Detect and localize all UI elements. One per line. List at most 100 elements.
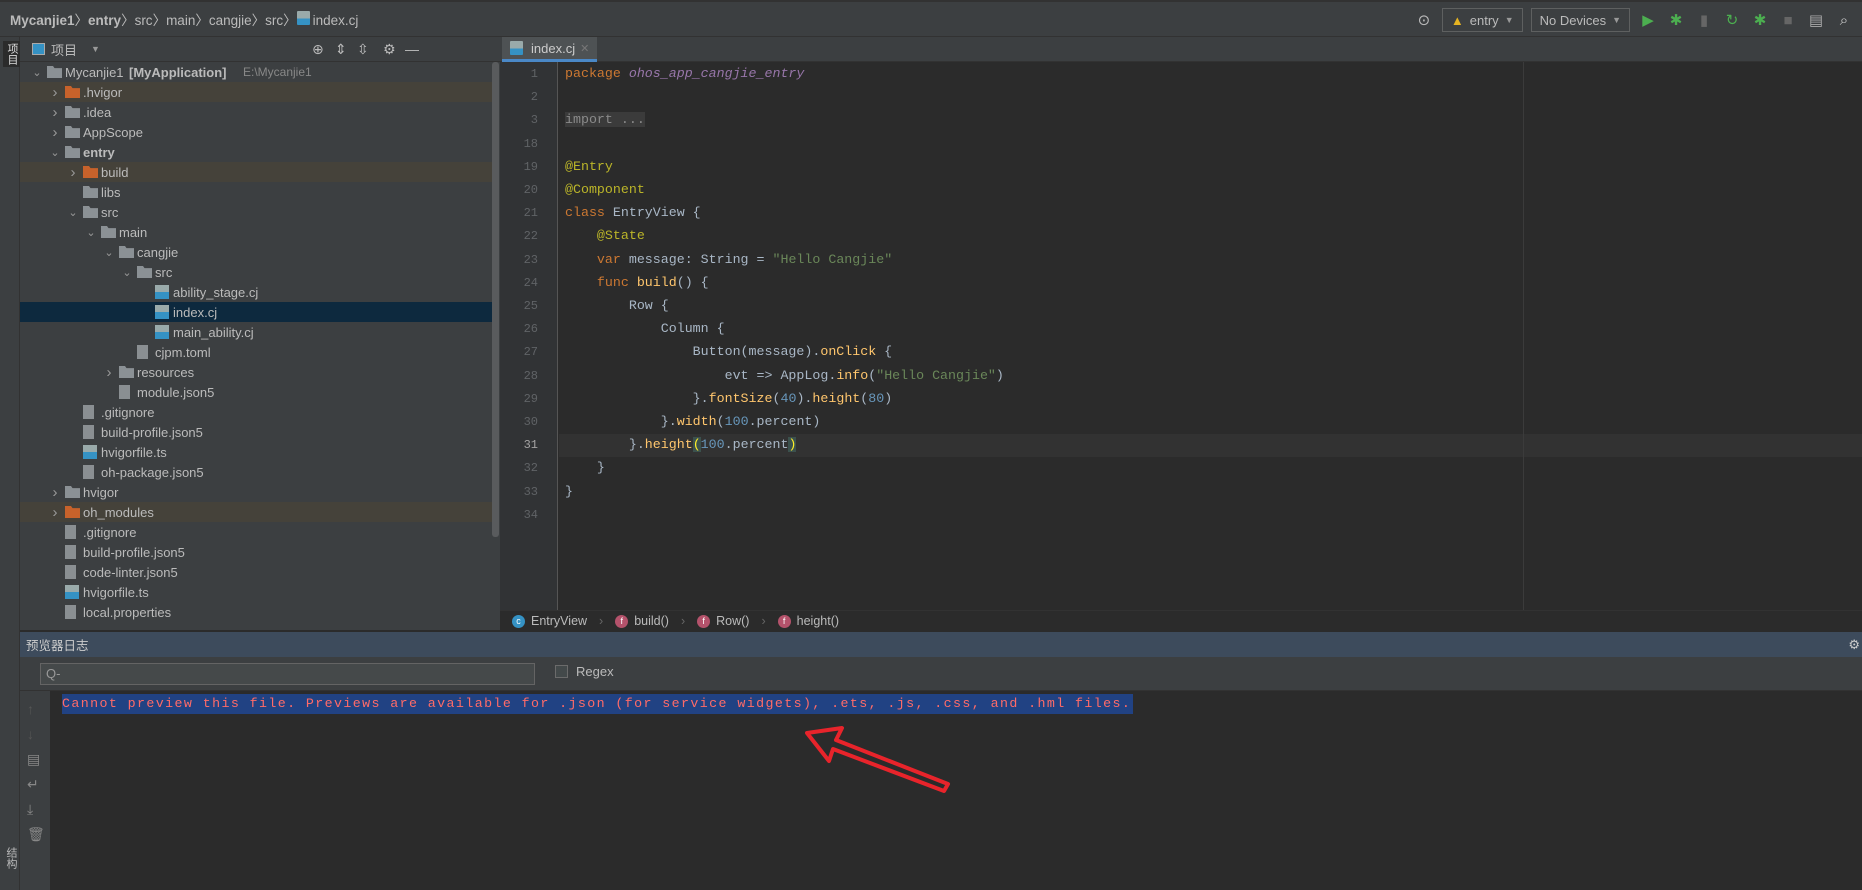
trash-icon[interactable]: 🗑	[27, 826, 45, 843]
code-line[interactable]: @Component	[565, 179, 645, 201]
tab-index-cj[interactable]: index.cj ✕	[502, 37, 598, 62]
search-icon[interactable]: ⌕	[1834, 12, 1854, 29]
tree-item[interactable]: ⌄ entry	[20, 142, 492, 162]
close-icon[interactable]: ✕	[580, 42, 589, 55]
tree-item[interactable]: › .hvigor	[20, 82, 492, 102]
chevron-right-icon[interactable]: ›	[104, 364, 114, 381]
tree-item[interactable]: main_ability.cj	[20, 322, 492, 342]
code-line[interactable]: Row {	[565, 295, 669, 317]
code-line[interactable]: import ...	[565, 109, 645, 131]
code-line[interactable]: }.width(100.percent)	[565, 411, 821, 433]
regex-checkbox[interactable]: Regex	[555, 664, 614, 679]
attach-debugger-icon[interactable]: ✱	[1750, 11, 1770, 29]
tree-item[interactable]: › oh_modules	[20, 502, 492, 522]
collapse-all-icon[interactable]: ⇳	[357, 41, 369, 58]
code-line[interactable]: }.fontSize(40).height(80)	[565, 388, 893, 410]
device-dropdown[interactable]: No Devices ▼	[1530, 8, 1630, 32]
tree-item[interactable]: › hvigor	[20, 482, 492, 502]
code-breadcrumb-item[interactable]: EntryView	[531, 614, 587, 628]
tree-item[interactable]: index.cj	[20, 302, 492, 322]
code-breadcrumb-item[interactable]: Row()	[716, 614, 749, 628]
tree-item[interactable]: oh-package.json5	[20, 462, 492, 482]
tree-item[interactable]: hvigorfile.ts	[20, 582, 492, 602]
breadcrumb-item[interactable]: entry	[88, 4, 121, 38]
chevron-down-icon[interactable]: ⌄	[86, 226, 96, 239]
structure-tool-button[interactable]: 结构	[3, 847, 19, 869]
tree-item[interactable]: ability_stage.cj	[20, 282, 492, 302]
tree-scrollbar[interactable]	[492, 62, 499, 537]
chevron-down-icon[interactable]: ⌄	[104, 246, 114, 259]
breadcrumb-item[interactable]: Mycanjie1	[10, 4, 75, 38]
code-line[interactable]: class EntryView {	[565, 202, 701, 224]
tree-item[interactable]: hvigorfile.ts	[20, 442, 492, 462]
tree-item[interactable]: .gitignore	[20, 522, 492, 542]
tree-item[interactable]: build-profile.json5	[20, 542, 492, 562]
hide-icon[interactable]: —	[405, 41, 419, 57]
chevron-down-icon[interactable]: ⌄	[122, 266, 132, 279]
code-line[interactable]: evt => AppLog.info("Hello Cangjie")	[565, 365, 1004, 387]
tree-item[interactable]: › .idea	[20, 102, 492, 122]
breadcrumb-item[interactable]: main	[166, 4, 195, 38]
tree-item[interactable]: ⌄ cangjie	[20, 242, 492, 262]
arrow-up-icon[interactable]: ↑	[27, 701, 34, 717]
tree-item[interactable]: code-linter.json5	[20, 562, 492, 582]
tree-item[interactable]: ⌄ Mycanjie1 [MyApplication] E:\Mycanjie1	[20, 62, 492, 82]
project-structure-icon[interactable]: ▤	[1806, 11, 1826, 29]
soft-wrap-icon[interactable]: ↵	[27, 776, 39, 793]
gear-icon[interactable]: ⚙	[383, 41, 396, 58]
breadcrumb-item[interactable]: src	[135, 4, 153, 38]
code-line[interactable]: @State	[565, 225, 645, 247]
chevron-down-icon[interactable]: ⌄	[32, 66, 42, 79]
debug-icon[interactable]: ✱	[1666, 11, 1686, 29]
run-icon[interactable]: ▶	[1638, 11, 1658, 29]
tree-item[interactable]: module.json5	[20, 382, 492, 402]
tree-item[interactable]: cjpm.toml	[20, 342, 492, 362]
log-search-input[interactable]: Q-	[40, 663, 535, 685]
locate-icon[interactable]: ⊕	[312, 41, 324, 58]
code-line[interactable]: @Entry	[565, 156, 613, 178]
tree-item[interactable]: .gitignore	[20, 402, 492, 422]
breadcrumb-item[interactable]: index.cj	[313, 4, 359, 38]
arrow-down-icon[interactable]: ↓	[27, 726, 34, 742]
tree-item[interactable]: local.properties	[20, 602, 492, 622]
expand-all-icon[interactable]: ⇕	[335, 41, 347, 58]
breadcrumb-item[interactable]: cangjie	[209, 4, 252, 38]
code-editor[interactable]: package ohos_app_cangjie_entryimport ...…	[559, 62, 1862, 610]
tree-item[interactable]: ⌄ src	[20, 202, 492, 222]
filter-icon[interactable]: ▤	[27, 751, 40, 768]
gear-icon[interactable]: ⚙	[1848, 637, 1860, 653]
code-breadcrumb-item[interactable]: height()	[797, 614, 839, 628]
chevron-right-icon[interactable]: ›	[50, 504, 60, 521]
tree-item[interactable]: build-profile.json5	[20, 422, 492, 442]
code-line[interactable]: func build() {	[565, 272, 709, 294]
code-breadcrumb-item[interactable]: build()	[634, 614, 669, 628]
checkbox[interactable]	[555, 665, 568, 678]
code-line[interactable]: package ohos_app_cangjie_entry	[565, 63, 804, 85]
stop-icon[interactable]: ■	[1778, 12, 1798, 29]
code-line[interactable]: }	[565, 457, 605, 479]
project-tool-button[interactable]: 项目	[3, 41, 21, 67]
code-line[interactable]: }	[565, 481, 573, 503]
tree-item[interactable]: libs	[20, 182, 492, 202]
chevron-down-icon[interactable]: ⌄	[50, 146, 60, 159]
chevron-right-icon[interactable]: ›	[50, 104, 60, 121]
chevron-right-icon[interactable]: ›	[50, 124, 60, 141]
attach-icon[interactable]: ▮	[1694, 11, 1714, 29]
tree-item[interactable]: › build	[20, 162, 492, 182]
chevron-down-icon[interactable]: ⌄	[68, 206, 78, 219]
tree-item[interactable]: › AppScope	[20, 122, 492, 142]
code-line[interactable]: }.height(100.percent)	[565, 434, 797, 456]
breadcrumb-item[interactable]: src	[265, 4, 283, 38]
project-panel-title[interactable]: 项目	[51, 40, 77, 59]
target-icon[interactable]: ⊙	[1414, 11, 1434, 29]
code-line[interactable]: Column {	[565, 318, 725, 340]
tree-item[interactable]: › resources	[20, 362, 492, 382]
tree-item[interactable]: ⌄ src	[20, 262, 492, 282]
code-line[interactable]: var message: String = "Hello Cangjie"	[565, 249, 892, 271]
tree-item[interactable]: ⌄ main	[20, 222, 492, 242]
chevron-right-icon[interactable]: ›	[50, 484, 60, 501]
code-line[interactable]: Button(message).onClick {	[565, 341, 893, 363]
chevron-right-icon[interactable]: ›	[50, 84, 60, 101]
scroll-to-end-icon[interactable]: ⤓	[27, 801, 33, 818]
reload-icon[interactable]: ↻	[1722, 11, 1742, 29]
